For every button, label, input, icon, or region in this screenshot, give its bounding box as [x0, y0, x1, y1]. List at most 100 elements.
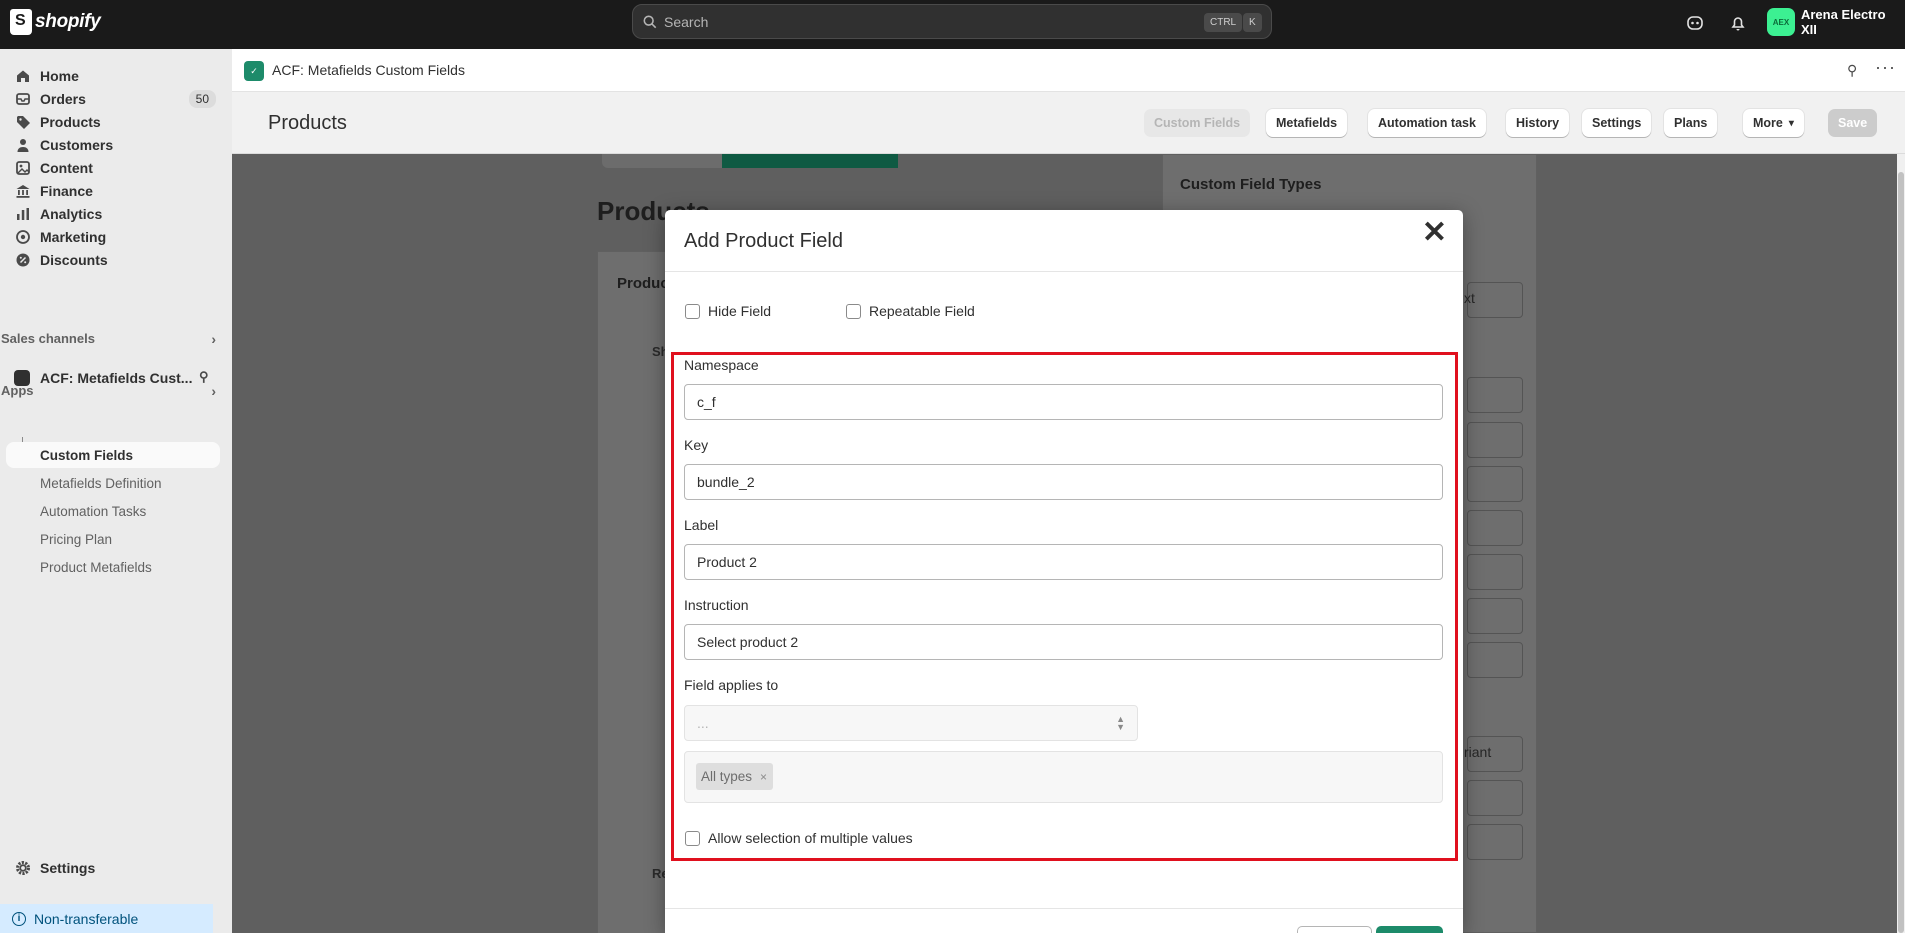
store-menu[interactable]: AEX Arena Electro XII	[1767, 7, 1905, 37]
bg-side-heading: Custom Field Types	[1180, 176, 1322, 193]
pin-icon[interactable]: ⚲	[1847, 62, 1857, 79]
sidebar: Home Orders 50 Products Customers Conten…	[0, 49, 232, 933]
close-icon[interactable]: ✕	[1422, 218, 1447, 248]
tag-all-types: All types ×	[696, 763, 774, 790]
label-value: Product 2	[697, 554, 757, 570]
sidebar-sub-automation-tasks[interactable]: Automation Tasks	[40, 499, 146, 523]
sidebar-sub-product-metafields[interactable]: Product Metafields	[40, 555, 152, 579]
home-icon	[17, 70, 29, 82]
field-applies-select[interactable]: ... ▲ ▼	[684, 705, 1138, 741]
store-avatar: AEX	[1767, 8, 1795, 36]
select-value: ...	[697, 715, 709, 731]
sidebar-sub-pricing-plan[interactable]: Pricing Plan	[40, 527, 112, 551]
modal-header: Add Product Field ✕	[665, 210, 1463, 272]
instruction-label: Instruction	[684, 597, 749, 613]
shopify-bag-icon	[10, 9, 32, 35]
bg-input	[1467, 466, 1523, 502]
scrollbar-thumb[interactable]	[1898, 172, 1904, 933]
sub-item-label: Custom Fields	[40, 447, 134, 463]
shortcut-ctrl: CTRL	[1204, 13, 1243, 32]
bg-input	[1467, 554, 1523, 590]
sidekick-icon[interactable]	[1685, 13, 1705, 33]
page-title: Products	[268, 112, 347, 134]
sidebar-item-label: Discounts	[40, 252, 108, 268]
more-actions-icon[interactable]: ···	[1875, 57, 1896, 78]
page-scrollbar[interactable]	[1897, 154, 1905, 933]
repeatable-field-checkbox[interactable]	[846, 304, 861, 319]
bg-input	[1467, 510, 1523, 546]
sub-item-label: Automation Tasks	[40, 503, 147, 519]
bg-input	[1467, 598, 1523, 634]
brand-name: shopify	[35, 11, 101, 32]
sidebar-item-label: Orders	[40, 91, 86, 107]
automation-task-button[interactable]: Automation task	[1368, 109, 1486, 137]
hide-field-label: Hide Field	[708, 303, 772, 319]
orders-icon	[16, 93, 30, 105]
shortcut-k: K	[1243, 13, 1262, 32]
app-title: ACF: Metafields Custom Fields	[272, 62, 465, 78]
sidebar-item-label: Finance	[40, 183, 93, 199]
applies-tag-input[interactable]: All types ×	[684, 751, 1443, 803]
pin-icon[interactable]: ⚲	[199, 369, 209, 385]
custom-fields-button[interactable]: Custom Fields	[1144, 109, 1251, 137]
shopify-logo[interactable]: shopify	[10, 9, 101, 35]
metafields-button[interactable]: Metafields	[1266, 109, 1348, 137]
orders-count-badge: 50	[188, 90, 216, 108]
bg-side-text-2: riant	[1464, 744, 1492, 760]
repeatable-field-label: Repeatable Field	[869, 303, 975, 319]
sidebar-item-label: Marketing	[40, 229, 107, 245]
sidebar-item-label: Settings	[40, 860, 96, 876]
bg-green-button	[722, 154, 898, 168]
sidebar-item-settings[interactable]: Settings	[0, 854, 232, 882]
hide-field-checkbox[interactable]	[685, 304, 700, 319]
app-name: ACF: Metafields Cust...	[40, 370, 193, 386]
sidebar-item-discounts[interactable]: Discounts	[0, 246, 232, 274]
search-placeholder: Search	[664, 13, 709, 30]
settings-button[interactable]: Settings	[1582, 109, 1652, 137]
bg-input	[1467, 780, 1523, 816]
non-transferable-banner[interactable]: i Non-transferable	[0, 904, 213, 933]
app-icon	[14, 370, 30, 386]
page-header: Products Custom Fields Metafields Automa…	[232, 92, 1905, 154]
search-bar[interactable]: Search CTRL K	[632, 4, 1272, 39]
tag-label: All types	[701, 769, 753, 784]
select-arrows-icon: ▲ ▼	[1116, 714, 1125, 732]
bank-icon	[16, 185, 30, 198]
bell-icon[interactable]	[1728, 13, 1748, 33]
confirm-button[interactable]	[1376, 926, 1443, 933]
instruction-input[interactable]: Select product 2	[684, 624, 1443, 660]
history-button[interactable]: History	[1506, 109, 1570, 137]
bg-side-text: xt	[1464, 290, 1475, 306]
sales-channels-header[interactable]: Sales channels ›	[0, 327, 224, 349]
bg-card-heading: Produc	[617, 275, 669, 292]
non-transferable-label: Non-transferable	[34, 910, 139, 927]
sales-channels-label: Sales channels	[1, 330, 95, 346]
label-label: Label	[684, 517, 719, 533]
tag-remove-icon[interactable]: ×	[760, 770, 767, 784]
label-input[interactable]: Product 2	[684, 544, 1443, 580]
search-icon	[643, 15, 657, 28]
namespace-value: c_f	[697, 394, 716, 410]
store-name: Arena Electro XII	[1800, 7, 1886, 37]
content-icon	[16, 161, 30, 175]
top-bar: shopify Search CTRL K AEX Arena Electro …	[0, 0, 1905, 49]
bg-input	[1467, 377, 1523, 413]
chart-icon	[17, 208, 29, 220]
add-product-field-modal: Add Product Field ✕ Hide Field Repeatabl…	[665, 210, 1463, 933]
save-button[interactable]: Save	[1828, 109, 1878, 137]
key-input[interactable]: bundle_2	[684, 464, 1443, 500]
plans-button[interactable]: Plans	[1664, 109, 1718, 137]
field-applies-label: Field applies to	[684, 677, 779, 693]
namespace-input[interactable]: c_f	[684, 384, 1443, 420]
info-icon: i	[12, 911, 26, 926]
allow-multiple-checkbox[interactable]	[685, 831, 700, 846]
app-logo-icon: ✓	[244, 61, 264, 81]
cancel-button[interactable]	[1297, 926, 1372, 933]
more-button[interactable]: More ▾	[1743, 109, 1804, 137]
sidebar-app-acf[interactable]: ACF: Metafields Cust... ⚲	[14, 366, 224, 390]
sidebar-item-label: Content	[40, 160, 93, 176]
sidebar-item-label: Analytics	[40, 206, 103, 222]
sidebar-sub-custom-fields[interactable]: Custom Fields	[40, 443, 133, 467]
sidebar-sub-metafields-definition[interactable]: Metafields Definition	[40, 471, 162, 495]
tag-icon	[17, 116, 30, 129]
